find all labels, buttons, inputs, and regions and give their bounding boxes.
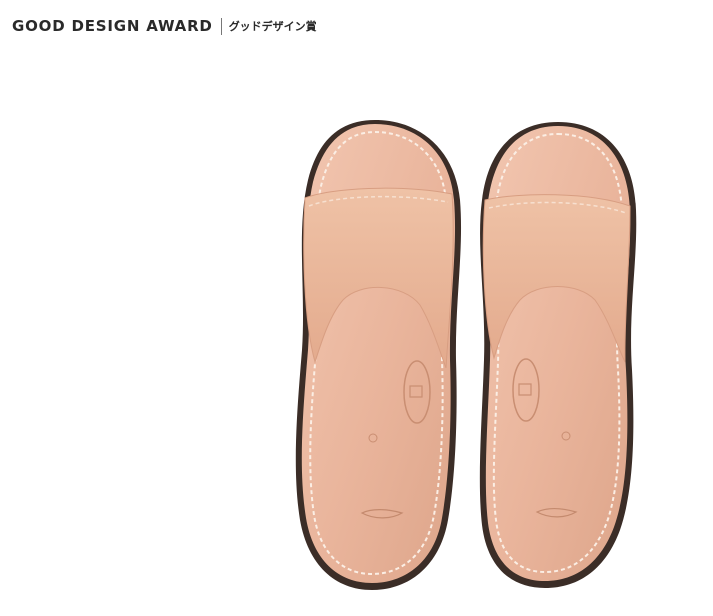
slippers-photo: [295, 120, 637, 590]
right-slipper: [479, 122, 637, 588]
right-footbed: [485, 126, 631, 581]
left-slipper: [295, 120, 462, 590]
